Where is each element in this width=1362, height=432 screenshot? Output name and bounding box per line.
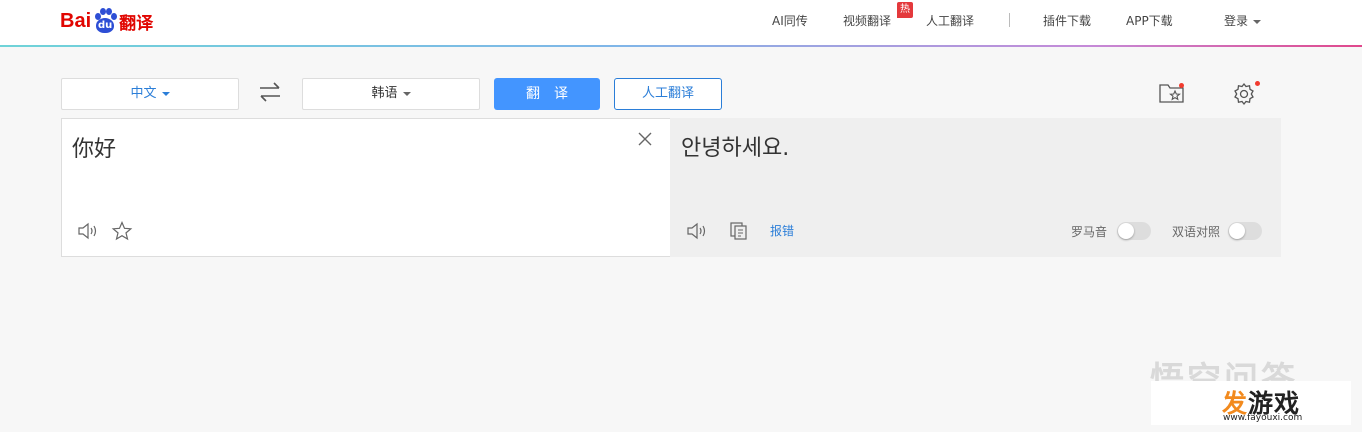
translation-text: 안녕하세요. — [681, 136, 790, 161]
source-text[interactable]: 你好 — [72, 131, 116, 163]
speaker-icon[interactable] — [77, 221, 99, 241]
bilingual-label: 双语对照 — [1172, 225, 1221, 239]
target-language-select[interactable]: 韩语 — [302, 78, 480, 110]
romanization-label: 罗马音 — [1071, 225, 1108, 239]
clear-icon[interactable] — [637, 131, 653, 147]
nav-app-download[interactable]: APP下载 — [1126, 12, 1173, 29]
nav-ai-interpret[interactable]: AI同传 — [772, 12, 808, 29]
login-dropdown[interactable]: 登录 — [1224, 12, 1262, 29]
speaker-icon[interactable] — [686, 221, 708, 241]
logo-text-fanyi: 翻译 — [119, 13, 154, 34]
gradient-divider — [0, 45, 1362, 47]
baidu-fanyi-logo[interactable]: Bai du 翻译 — [60, 4, 153, 38]
login-label: 登录 — [1224, 14, 1249, 28]
target-language-label: 韩语 — [371, 86, 398, 101]
translation-result-panel: 안녕하세요. 报错 罗马音 双语对照 — [670, 118, 1281, 257]
bilingual-toggle[interactable] — [1228, 222, 1262, 240]
chevron-down-icon — [1253, 19, 1262, 24]
notification-dot — [1179, 83, 1184, 88]
swap-icon[interactable] — [257, 81, 283, 103]
settings-gear-icon[interactable] — [1231, 80, 1260, 106]
report-error-link[interactable]: 报错 — [770, 222, 794, 239]
source-language-label: 中文 — [130, 86, 157, 101]
watermark-url: www.fayouxi.com — [1223, 413, 1303, 423]
nav-divider — [1009, 13, 1010, 27]
nav-video-translate[interactable]: 视频翻译 — [843, 12, 891, 29]
star-icon[interactable] — [111, 221, 133, 241]
toggle-knob — [1118, 223, 1134, 239]
chevron-down-icon — [161, 91, 170, 96]
copy-icon[interactable] — [728, 221, 750, 241]
chevron-down-icon — [402, 91, 411, 96]
human-translate-button[interactable]: 人工翻译 — [614, 78, 722, 110]
romanization-toggle[interactable] — [1117, 222, 1151, 240]
hot-badge: 热 — [897, 2, 913, 18]
toggle-knob — [1229, 223, 1245, 239]
baidu-paw-icon: du — [92, 8, 118, 34]
nav-plugin-download[interactable]: 插件下载 — [1043, 12, 1091, 29]
nav-human-translate[interactable]: 人工翻译 — [926, 12, 974, 29]
notification-dot — [1255, 81, 1260, 86]
top-navigation-bar: Bai du 翻译 AI同传 视频翻译 热 人工翻译 插件下载 APP下载 登录 — [0, 0, 1362, 46]
logo-text-bai: Bai — [60, 9, 92, 32]
source-language-select[interactable]: 中文 — [61, 78, 239, 110]
translate-button[interactable]: 翻 译 — [494, 78, 600, 110]
source-text-panel[interactable]: 你好 — [61, 118, 671, 257]
logo-text-du: du — [96, 18, 115, 33]
favorites-folder-icon[interactable] — [1158, 80, 1186, 106]
